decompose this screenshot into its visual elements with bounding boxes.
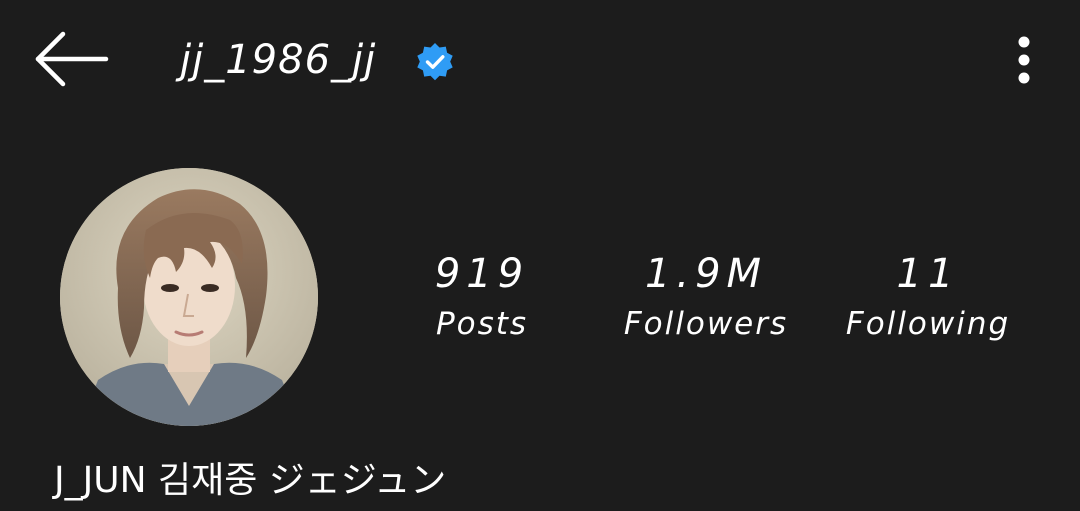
profile-username: jj_1986_jj: [180, 37, 377, 83]
following-label: Following: [845, 306, 1011, 342]
posts-label: Posts: [435, 306, 529, 342]
followers-label: Followers: [623, 306, 789, 342]
back-button[interactable]: [30, 26, 112, 92]
arrow-left-icon: [35, 31, 109, 87]
followers-count: 1.9M: [644, 251, 768, 297]
following-count: 11: [896, 251, 960, 297]
stat-followers[interactable]: 1.9M Followers: [606, 248, 806, 344]
posts-count: 919: [434, 251, 530, 297]
more-options-button[interactable]: [1004, 34, 1044, 88]
stat-posts[interactable]: 919 Posts: [412, 248, 552, 344]
avatar-image: [60, 168, 318, 426]
verified-badge-icon: [417, 43, 453, 81]
more-vertical-icon: [1018, 36, 1030, 84]
top-bar: jj_1986_jj: [0, 0, 1080, 124]
profile-display-name: J_JUN 김재중 ジェジュン: [54, 460, 447, 501]
stat-following[interactable]: 11 Following: [830, 248, 1026, 344]
profile-avatar[interactable]: [60, 168, 318, 426]
